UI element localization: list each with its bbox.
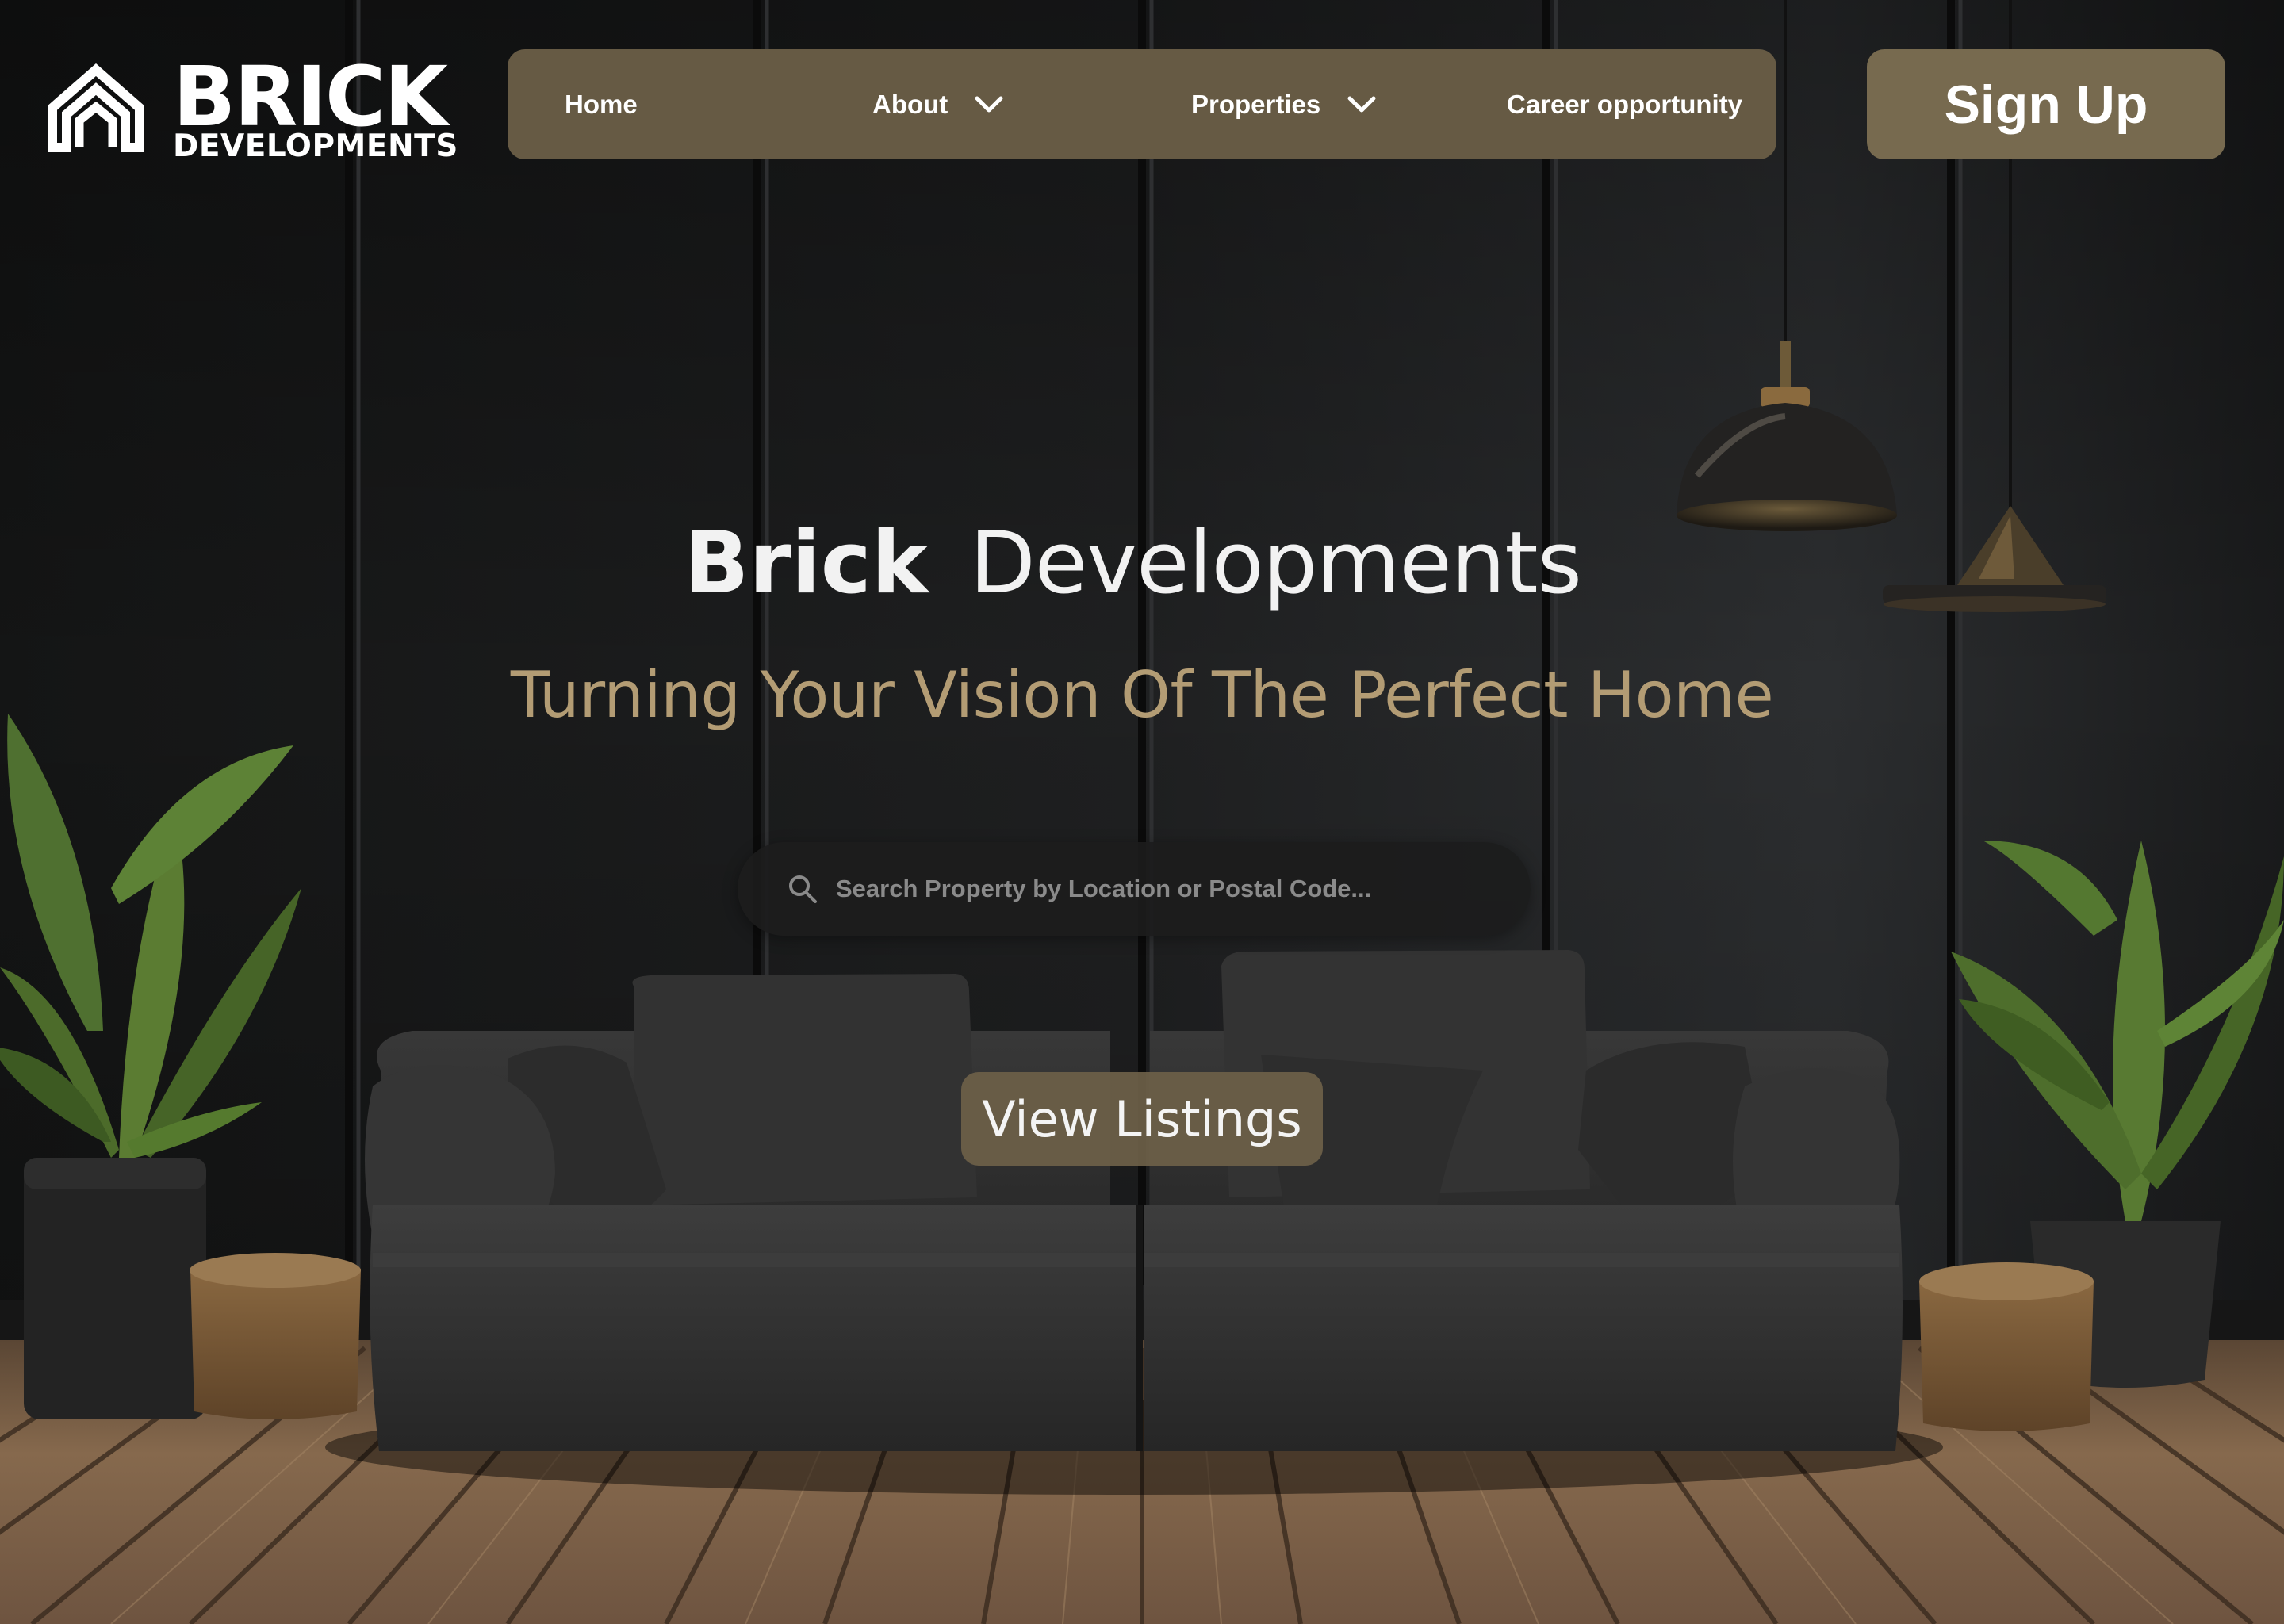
hero-title: Brick Developments <box>0 508 2274 619</box>
brand-name: BRICK <box>173 48 448 145</box>
nav-item-about[interactable]: About <box>872 49 1003 159</box>
hero-background-image <box>0 0 2284 1624</box>
main-navigation: Home About Properties Career opportunity <box>508 49 1776 159</box>
brand-logo[interactable]: BRICK DEVELOPMENTS <box>48 56 458 167</box>
hero-tagline: Turning Your Vision Of The Perfect Home <box>510 658 1774 732</box>
chevron-down-icon <box>1347 96 1376 112</box>
nav-item-properties[interactable]: Properties <box>1191 49 1376 159</box>
brand-subtitle: DEVELOPMENTS <box>173 128 458 164</box>
house-logo-icon <box>48 63 144 152</box>
landing-page: BRICK DEVELOPMENTS Home About Properties… <box>0 0 2284 1624</box>
nav-item-label: Career opportunity <box>1507 89 1743 119</box>
chevron-down-icon <box>975 96 1003 112</box>
nav-item-label: Home <box>565 89 638 119</box>
hero-title-light: Developments <box>969 513 1582 613</box>
hero-title-bold: Brick <box>684 513 929 613</box>
nav-item-label: About <box>872 89 948 119</box>
sign-up-button[interactable]: Sign Up <box>1867 49 2225 159</box>
property-search-bar[interactable] <box>738 842 1531 936</box>
nav-item-career-opportunity[interactable]: Career opportunity <box>1507 49 1742 159</box>
nav-item-label: Properties <box>1191 89 1321 119</box>
search-input[interactable] <box>834 865 1516 913</box>
nav-item-home[interactable]: Home <box>565 49 638 159</box>
view-listings-button[interactable]: View Listings <box>961 1072 1323 1166</box>
search-icon <box>789 875 817 903</box>
